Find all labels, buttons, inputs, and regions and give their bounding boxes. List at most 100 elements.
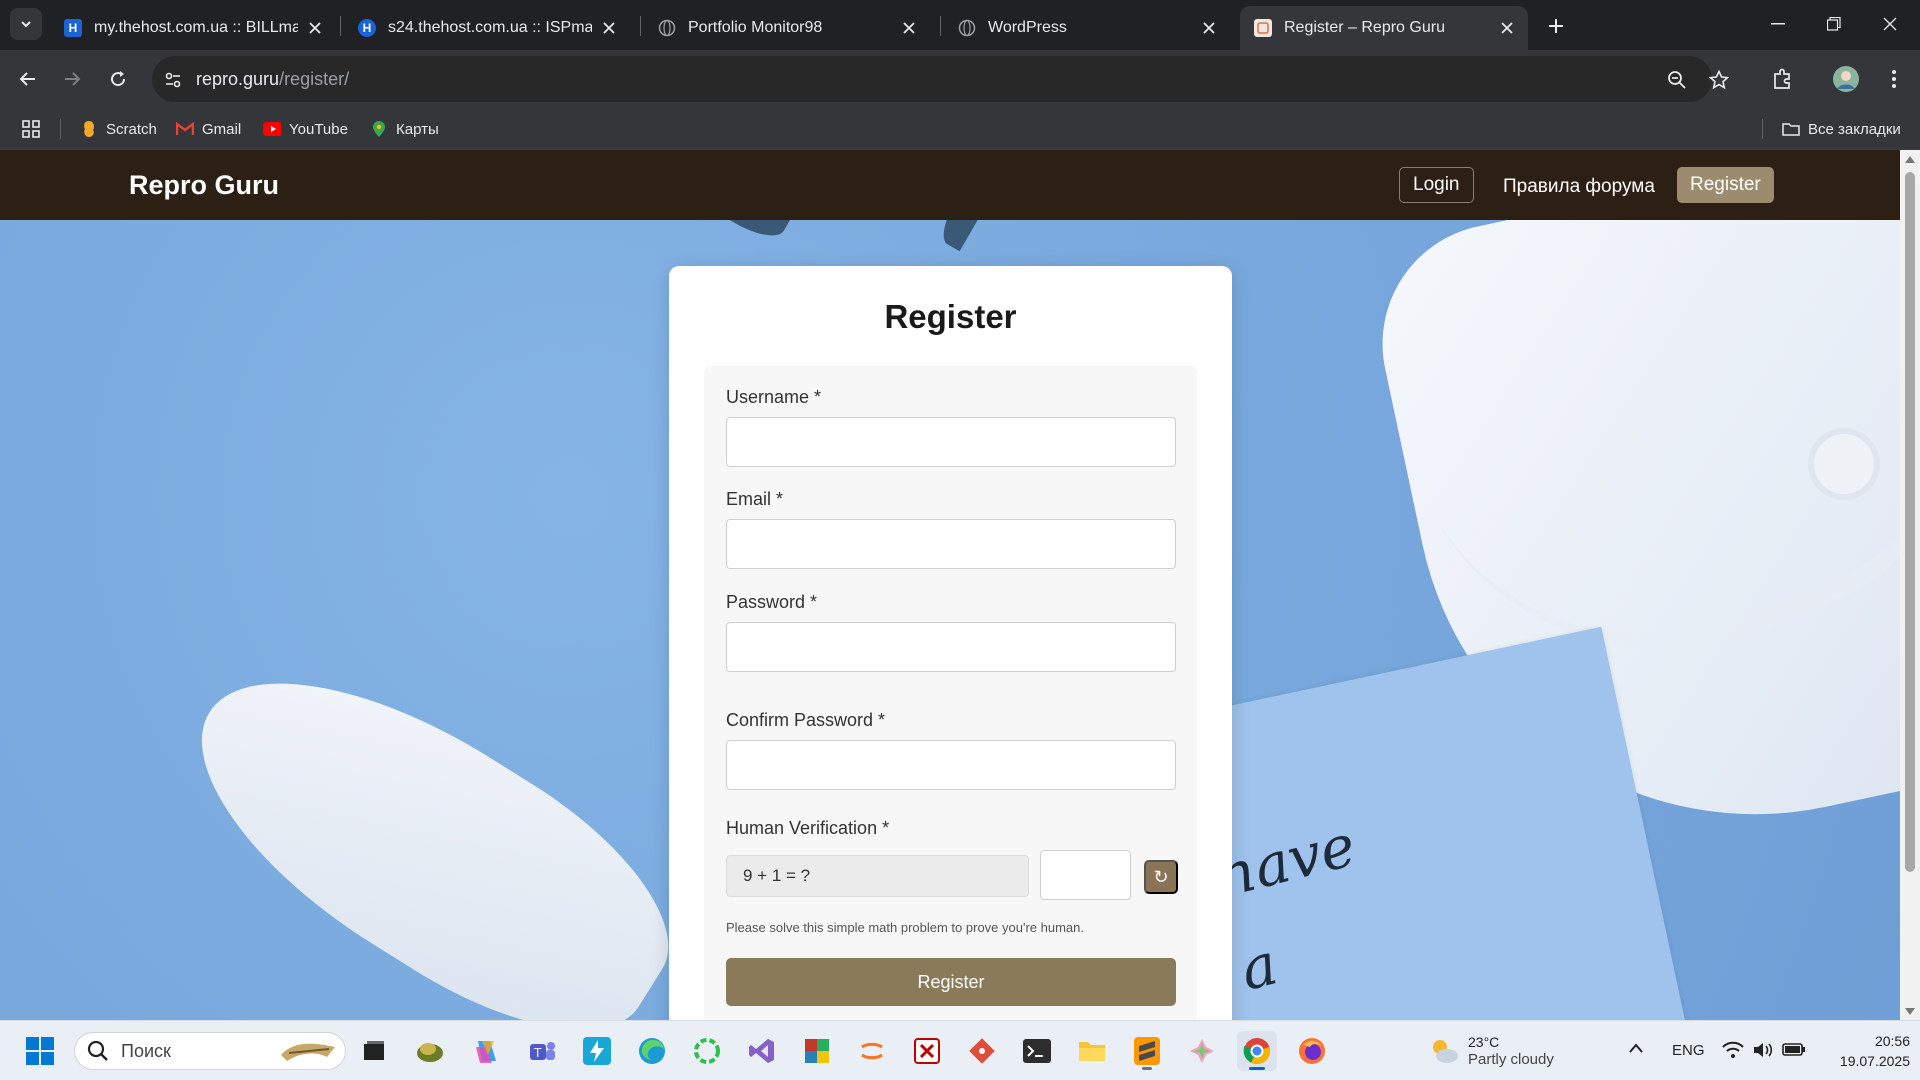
reload-button[interactable] — [102, 63, 134, 95]
tab-ispmanager[interactable]: H s24.thehost.com.ua :: ISPmanag — [344, 6, 630, 50]
folder-icon — [1782, 120, 1800, 138]
address-bar[interactable]: repro.guru/register/ — [152, 56, 1729, 102]
gemini-app[interactable] — [1182, 1031, 1222, 1071]
sync-app[interactable] — [687, 1031, 727, 1071]
power-automate-app[interactable] — [577, 1031, 617, 1071]
restore-button[interactable] — [1806, 0, 1862, 48]
taskbar-search[interactable]: Поиск — [74, 1032, 346, 1070]
wifi-icon[interactable] — [1722, 1041, 1744, 1064]
email-input[interactable] — [726, 519, 1176, 569]
close-icon[interactable] — [900, 19, 918, 37]
username-input[interactable] — [726, 417, 1176, 467]
bookmark-scratch[interactable]: Scratch — [80, 118, 157, 140]
system-clock[interactable]: 20:56 19.07.2025 — [1810, 1031, 1910, 1071]
edge-app[interactable] — [632, 1031, 672, 1071]
tab-search-button[interactable] — [10, 8, 42, 40]
captcha-answer-input[interactable] — [1040, 850, 1131, 900]
nav-register-button[interactable]: Register — [1677, 167, 1774, 203]
gmail-icon — [176, 120, 194, 138]
sublime-text-app[interactable] — [1127, 1031, 1167, 1071]
weather-widget[interactable]: 23°C Partly cloudy — [1428, 1031, 1554, 1071]
arrow-right-icon — [65, 72, 81, 86]
chrome-app[interactable] — [1237, 1031, 1277, 1071]
file-explorer-app[interactable] — [1072, 1031, 1112, 1071]
filezilla-app[interactable] — [907, 1031, 947, 1071]
bookmark-label: Gmail — [202, 120, 242, 138]
forward-button[interactable] — [56, 63, 88, 95]
password-input[interactable] — [726, 622, 1176, 672]
bookmark-maps[interactable]: Карты — [370, 118, 439, 140]
site-brand-link[interactable]: Repro Guru — [129, 170, 279, 201]
tab-billmanager[interactable]: H my.thehost.com.ua :: BILLmanag — [50, 6, 336, 50]
extensions-button[interactable] — [1766, 63, 1798, 95]
scroll-down-arrow-icon[interactable] — [1904, 1006, 1916, 1016]
back-button[interactable] — [12, 63, 44, 95]
url-host: repro.guru — [196, 69, 280, 89]
scrollbar-thumb[interactable] — [1905, 172, 1915, 872]
tab-register-repro-guru[interactable]: Register – Repro Guru — [1240, 6, 1528, 50]
minimize-button[interactable] — [1750, 0, 1806, 48]
close-icon[interactable] — [600, 19, 618, 37]
search-placeholder: Поиск — [121, 1040, 171, 1061]
start-button[interactable] — [20, 1031, 60, 1071]
register-form: Username * Email * Password * Confirm Pa… — [704, 366, 1197, 1020]
visual-studio-app[interactable] — [742, 1031, 782, 1071]
partly-cloudy-icon — [1433, 1040, 1458, 1063]
maps-icon — [370, 120, 388, 138]
confirm-password-input[interactable] — [726, 740, 1176, 790]
copilot-app[interactable] — [466, 1031, 506, 1071]
apps-grid-icon — [22, 120, 40, 138]
bookmark-label: YouTube — [289, 120, 348, 138]
browser-menu-button[interactable] — [1878, 63, 1910, 95]
profile-avatar[interactable] — [1830, 63, 1862, 95]
teams-app[interactable]: T — [522, 1031, 562, 1071]
host-favicon-icon: H — [358, 19, 376, 37]
zoom-icon[interactable] — [1666, 69, 1688, 91]
jupyter-app[interactable] — [852, 1031, 892, 1071]
plus-icon — [1549, 19, 1563, 33]
firefox-app[interactable] — [1292, 1031, 1332, 1071]
tab-wordpress[interactable]: WordPress — [944, 6, 1230, 50]
show-hidden-icons-button[interactable] — [1628, 1041, 1644, 1059]
nav-forum-rules-link[interactable]: Правила форума — [1503, 176, 1655, 198]
register-submit-button[interactable]: Register — [726, 958, 1176, 1006]
kebab-menu-icon — [1892, 70, 1896, 88]
cloth-button-decoration — [1808, 428, 1880, 500]
svg-text:T: T — [533, 1046, 542, 1060]
site-info-icon[interactable] — [162, 69, 184, 91]
page-scrollbar[interactable] — [1900, 150, 1920, 1020]
url-path: /register/ — [279, 69, 350, 89]
url-text[interactable]: repro.guru/register/ — [196, 69, 349, 90]
input-language[interactable]: ENG — [1672, 1042, 1705, 1059]
puzzle-icon — [1774, 68, 1790, 89]
widgets-app[interactable] — [410, 1031, 450, 1071]
battery-icon[interactable] — [1782, 1041, 1806, 1062]
new-tab-button[interactable] — [1542, 12, 1570, 40]
all-bookmarks-label: Все закладки — [1808, 120, 1901, 138]
tab-divider — [340, 16, 341, 36]
bookmark-youtube[interactable]: YouTube — [263, 118, 348, 140]
task-view-app[interactable] — [354, 1031, 394, 1071]
git-app[interactable] — [962, 1031, 1002, 1071]
refresh-icon: ↻ — [1153, 866, 1169, 887]
captcha-refresh-button[interactable]: ↻ — [1144, 860, 1178, 894]
tab-title: my.thehost.com.ua :: BILLmanag — [94, 19, 298, 36]
bookmark-star-icon[interactable] — [1708, 69, 1730, 91]
windows-taskbar: Поиск T 23°C Partly cloudy ENG 20:56 19.… — [0, 1020, 1920, 1080]
globe-icon — [658, 19, 676, 37]
tab-portfolio-monitor[interactable]: Portfolio Monitor98 — [644, 6, 930, 50]
all-bookmarks-button[interactable]: Все закладки — [1782, 118, 1901, 140]
volume-icon[interactable] — [1752, 1041, 1774, 1064]
clock-time: 20:56 — [1874, 1033, 1910, 1049]
password-label: Password * — [726, 592, 818, 612]
close-window-button[interactable] — [1862, 0, 1918, 48]
winrar-app[interactable] — [797, 1031, 837, 1071]
nav-login-button[interactable]: Login — [1399, 167, 1474, 203]
close-icon[interactable] — [306, 19, 324, 37]
scroll-up-arrow-icon[interactable] — [1904, 154, 1916, 164]
bookmark-gmail[interactable]: Gmail — [176, 118, 241, 140]
apps-button[interactable] — [22, 118, 40, 140]
close-icon[interactable] — [1200, 19, 1218, 37]
close-icon[interactable] — [1498, 19, 1516, 37]
terminal-app[interactable] — [1017, 1031, 1057, 1071]
